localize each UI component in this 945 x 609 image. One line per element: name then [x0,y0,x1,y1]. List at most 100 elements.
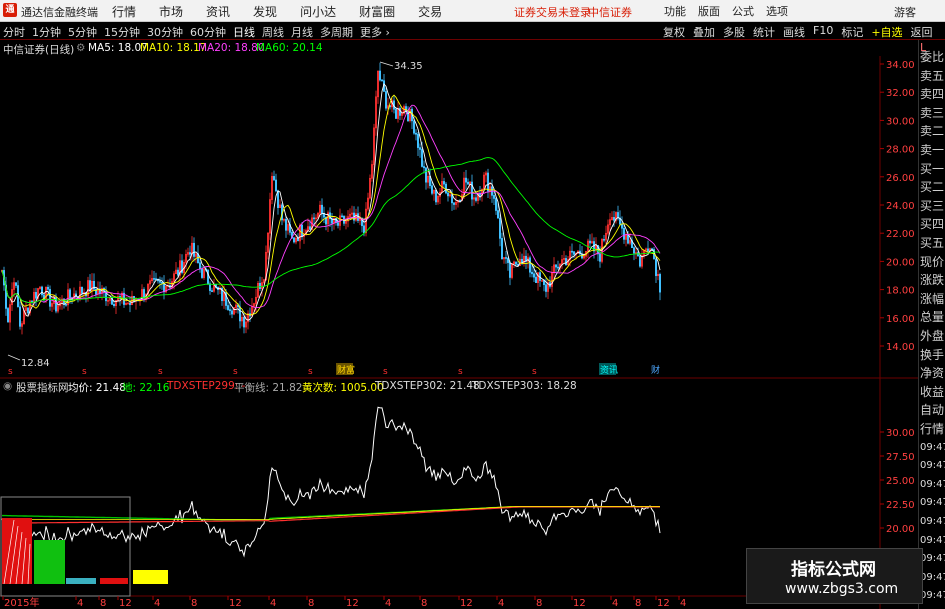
menu-news[interactable]: 资讯 [206,3,230,20]
price-tick-label: 32.00 [886,88,915,99]
login-status-link[interactable]: 证券交易未登录 [514,4,591,20]
candle-body [540,280,543,282]
candle-body [231,310,234,315]
x-tick-label: 12 [119,598,132,609]
avg-price-label: 均价: 21.48 [68,382,126,394]
mark-button[interactable]: 标记 [841,24,863,40]
settings-icon[interactable]: ⚙ [76,42,85,54]
collapse-icon[interactable]: ◉ [3,380,12,392]
sidebar-item: 买一 [920,161,945,176]
candle-body [378,70,381,81]
tab-5min[interactable]: 5分钟 [68,24,97,40]
title-bar: 通 通达信金融终端 行情 市场 资讯 发现 问小达 财富圈 交易 证券交易未登录… [0,0,945,22]
candle-body [444,183,447,194]
x-tick-label: 8 [191,598,197,609]
stock-name[interactable]: 中信证券(日线) [3,42,74,57]
candle-body [7,308,10,323]
menu-quote[interactable]: 行情 [112,3,136,20]
candle-body [189,252,192,255]
sidebar-item: 卖五 [920,68,945,83]
add-watchlist-button[interactable]: +自选 [871,24,902,40]
candle-body [424,167,427,183]
tab-more[interactable]: 更多 › [360,24,390,40]
event-marker: s [233,367,238,377]
candle-body [442,181,445,185]
ma20-line [1,104,661,309]
cyan-block [66,578,96,584]
candle-body [34,292,37,299]
x-tick-label: 4 [680,598,686,609]
tab-60min[interactable]: 60分钟 [190,24,226,40]
indicator-tick-label: 30.00 [886,428,915,439]
candle-body [530,271,533,275]
yellow-block [133,570,168,584]
chart-toolbar: 分时 1分钟 5分钟 15分钟 30分钟 60分钟 日线 周线 月线 多周期 更… [0,22,945,40]
event-marker: s [82,367,87,377]
candle-body [155,278,158,281]
menu-market[interactable]: 市场 [159,3,183,20]
price-chart[interactable]: 34.35 12.84 s s s s s s s s 财富 资讯 财 [0,61,661,377]
menu-discover[interactable]: 发现 [253,3,277,20]
tab-15min[interactable]: 15分钟 [104,24,140,40]
tab-daily[interactable]: 日线 [233,24,255,40]
menu-wealth[interactable]: 财富圈 [359,3,395,20]
candle-body [258,282,261,289]
candle-body [153,278,156,280]
f10-button[interactable]: F10 [813,24,833,40]
menu-assistant[interactable]: 问小达 [300,3,336,20]
candle-body [398,107,401,116]
candle-body [46,286,49,290]
price-tick-label: 20.00 [886,257,915,268]
candle-body [446,192,449,197]
tab-monthly[interactable]: 月线 [291,24,313,40]
step303-label: TDXSTEP303: 18.28 [472,380,577,392]
chart-canvas[interactable]: 34.35 12.84 s s s s s s s s 财富 资讯 财 34.00 32.00 30.00 2… [0,56,918,609]
menu-options[interactable]: 选项 [766,3,788,19]
candle-body [274,179,277,192]
app-logo-icon: 通 [3,3,17,17]
candle-body [412,120,415,134]
candle-body [494,198,497,211]
menu-formula[interactable]: 公式 [732,3,754,19]
x-tick-label: 8 [100,598,106,609]
tab-timeshare[interactable]: 分时 [3,24,25,40]
sidebar-item: 涨跌 [920,273,945,288]
x-tick-label: 12 [460,598,473,609]
multi-stock-button[interactable]: 多股 [723,24,745,40]
indicator-name[interactable]: 股票指标网 [16,380,69,395]
ma10-line [1,94,661,316]
tab-1min[interactable]: 1分钟 [32,24,61,40]
adjust-button[interactable]: 复权 [663,24,685,40]
sidebar-item: 09:47 [920,534,945,546]
statistics-button[interactable]: 统计 [753,24,775,40]
draw-line-button[interactable]: 画线 [783,24,805,40]
overlay-button[interactable]: 叠加 [693,24,715,40]
event-marker: s [458,367,463,377]
candle-body [211,290,214,292]
menu-function[interactable]: 功能 [664,3,686,19]
event-marker: s [308,367,313,377]
sidebar-item: 总量 [920,310,945,325]
guest-button[interactable]: 游客 [894,4,916,20]
indicator-chart[interactable] [0,406,661,597]
tab-multi-period[interactable]: 多周期 [320,24,353,40]
menu-layout[interactable]: 版面 [698,3,720,19]
x-tick-label: 2015年 [4,596,39,609]
tab-30min[interactable]: 30分钟 [147,24,183,40]
tab-weekly[interactable]: 周线 [262,24,284,40]
menu-trade[interactable]: 交易 [418,3,442,20]
candle-body [163,283,166,293]
candle-body [500,238,503,260]
candle-body [312,217,315,220]
price-tick-label: 22.00 [886,229,915,240]
candle-body [434,189,437,203]
sidebar-item: 买四 [920,217,945,232]
sidebar-item: 换手 [920,347,945,362]
candle-body [209,283,212,291]
marker-gold: 财富 [337,364,355,376]
broker-link[interactable]: 中信证券 [588,4,632,20]
x-tick-label: 4 [612,598,618,609]
candle-body [239,306,242,322]
red-small-block [100,578,128,584]
sidebar-item: 现价 [920,254,945,269]
